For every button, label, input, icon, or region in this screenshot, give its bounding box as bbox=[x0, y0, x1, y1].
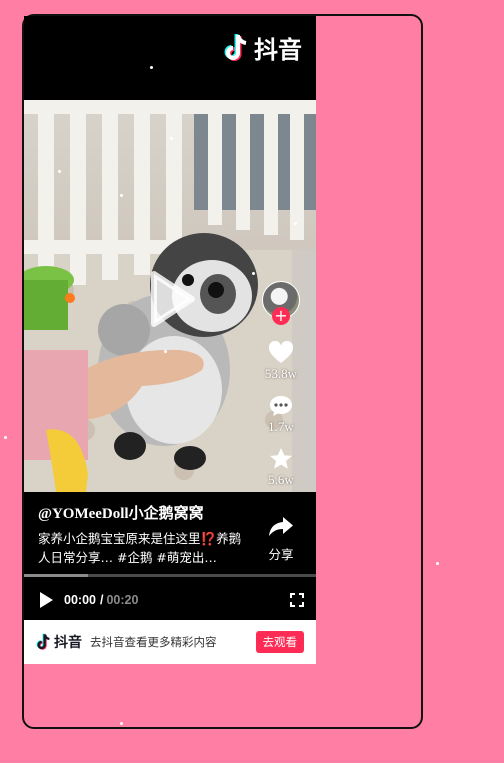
star-icon bbox=[270, 448, 292, 469]
snow-dot bbox=[120, 722, 123, 725]
comment-count: 1.7w bbox=[268, 419, 294, 434]
author-avatar-group[interactable]: + bbox=[262, 281, 300, 329]
video-description: 家养小企鹅宝宝原来是住这里⁉️养鹅人日常分享… #企鹅 #萌宠出… bbox=[38, 531, 242, 565]
time-separator: / bbox=[99, 593, 104, 607]
douyin-logo-icon bbox=[224, 33, 247, 61]
current-time: 00:00 bbox=[64, 593, 96, 607]
share-button[interactable]: 分享 bbox=[268, 516, 294, 563]
video-player[interactable]: 抖音 + 53.8w 1.7w 5.6w @YOMeeDoll小企鹅窝窝 家养小… bbox=[24, 16, 316, 664]
open-app-banner[interactable]: 抖音 去抖音查看更多精彩内容 去观看 bbox=[24, 620, 316, 664]
action-sidebar: + 53.8w 1.7w 5.6w bbox=[258, 281, 304, 488]
banner-text: 去抖音查看更多精彩内容 bbox=[90, 635, 217, 649]
progress-fill bbox=[24, 574, 89, 577]
favorite-button[interactable]: 5.6w bbox=[268, 447, 294, 488]
comment-button[interactable]: 1.7w bbox=[268, 394, 294, 435]
snow-dot bbox=[58, 170, 61, 173]
snow-dot bbox=[436, 562, 439, 565]
snow-dot bbox=[120, 194, 123, 197]
douyin-logo: 抖音 bbox=[224, 30, 302, 65]
snow-dot bbox=[294, 222, 297, 225]
comment-icon bbox=[270, 396, 292, 416]
play-icon[interactable] bbox=[38, 591, 54, 609]
snow-dot bbox=[170, 137, 173, 140]
watch-button[interactable]: 去观看 bbox=[255, 631, 304, 653]
favorite-count: 5.6w bbox=[268, 472, 294, 487]
progress-bar[interactable] bbox=[24, 574, 316, 577]
banner-logo: 抖音 bbox=[36, 632, 82, 652]
play-icon[interactable] bbox=[150, 270, 196, 328]
logo-text: 抖音 bbox=[254, 36, 302, 64]
snow-dot bbox=[164, 350, 167, 353]
share-icon bbox=[269, 517, 293, 536]
author-name[interactable]: @YOMeeDoll小企鹅窝窝 bbox=[38, 502, 250, 523]
banner-brand: 抖音 bbox=[54, 635, 82, 651]
douyin-logo-icon bbox=[36, 633, 50, 650]
player-controls: 00:00 / 00:20 bbox=[38, 589, 304, 611]
video-info: @YOMeeDoll小企鹅窝窝 家养小企鹅宝宝原来是住这里⁉️养鹅人日常分享… … bbox=[38, 502, 250, 567]
snow-dot bbox=[150, 66, 153, 69]
fullscreen-icon[interactable] bbox=[290, 593, 304, 607]
follow-plus-icon[interactable]: + bbox=[272, 307, 290, 325]
heart-icon bbox=[268, 341, 293, 363]
share-label: 分享 bbox=[268, 547, 294, 562]
duration: 00:20 bbox=[106, 593, 139, 607]
like-count: 53.8w bbox=[264, 366, 298, 381]
snow-dot bbox=[252, 272, 255, 275]
like-button[interactable]: 53.8w bbox=[265, 341, 297, 382]
snow-dot bbox=[4, 436, 7, 439]
